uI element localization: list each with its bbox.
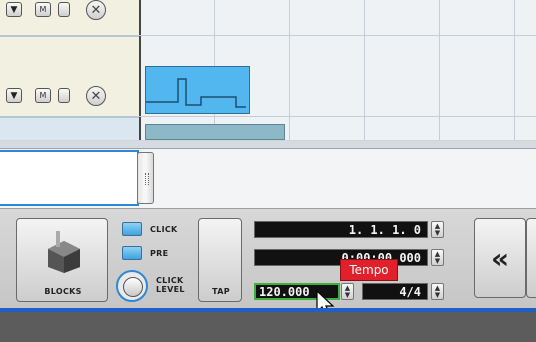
- chevron-down-icon: ▼: [10, 90, 18, 101]
- click-label: CLICK: [150, 225, 178, 234]
- chevron-down-icon: ▼: [344, 290, 351, 299]
- time-signature-display[interactable]: 4/4: [362, 283, 428, 300]
- overview-selection[interactable]: [0, 150, 139, 206]
- close-icon: ✕: [90, 88, 102, 104]
- rewind-button[interactable]: «: [474, 218, 526, 298]
- pre-toggle[interactable]: [122, 246, 142, 260]
- pre-label: PRE: [150, 249, 169, 258]
- knob-cap: [123, 277, 143, 297]
- close-icon: ✕: [90, 2, 102, 18]
- track-1-remove-button[interactable]: ✕: [86, 0, 106, 20]
- position-display[interactable]: 1. 1. 1. 0: [254, 221, 428, 238]
- grid-line: [364, 0, 365, 140]
- tap-label: TAP: [212, 287, 230, 296]
- track-header-empty: [0, 118, 139, 140]
- playhead-line: [139, 0, 141, 140]
- mute-label: M: [39, 91, 47, 100]
- click-level-knob[interactable]: [116, 270, 148, 302]
- grid-row-line: [139, 35, 536, 36]
- chevron-down-icon: ▼: [434, 290, 441, 299]
- mute-label: M: [39, 5, 47, 14]
- midi-clip[interactable]: [145, 66, 250, 114]
- click-level-label-line2: LEVEL: [156, 285, 185, 294]
- audio-region[interactable]: [145, 124, 285, 140]
- track-2-mute-button[interactable]: M: [35, 88, 51, 103]
- chevron-down-icon: ▼: [10, 4, 18, 15]
- track-2-dropdown-button[interactable]: ▼: [6, 88, 22, 103]
- grip-icon: [145, 173, 149, 185]
- tempo-tooltip: Tempo: [340, 259, 398, 281]
- grid-row-line: [139, 116, 536, 117]
- click-level-label-line1: CLICK: [156, 276, 184, 285]
- signature-spinner[interactable]: ▲ ▼: [431, 283, 444, 300]
- track-1-mute-button[interactable]: M: [35, 2, 51, 17]
- grid-line: [514, 0, 515, 140]
- track-2-remove-button[interactable]: ✕: [86, 86, 106, 106]
- splitter[interactable]: [0, 141, 536, 148]
- grid-line: [289, 0, 290, 140]
- click-toggle[interactable]: [122, 222, 142, 236]
- time-spinner[interactable]: ▲ ▼: [431, 249, 444, 266]
- click-level-label: CLICK LEVEL: [156, 276, 185, 294]
- track-1-solo-button[interactable]: [58, 2, 70, 17]
- rewind-icon: «: [490, 241, 510, 275]
- arrange-grid[interactable]: [139, 0, 536, 140]
- tempo-spinner[interactable]: ▲ ▼: [341, 283, 354, 300]
- grid-line: [439, 0, 440, 140]
- blocks-cube-icon: [48, 231, 80, 273]
- track-divider: [0, 35, 139, 37]
- bottom-bar: [0, 308, 536, 342]
- track-1-dropdown-button[interactable]: ▼: [6, 2, 22, 17]
- blocks-label: BLOCKS: [44, 287, 82, 296]
- next-transport-button[interactable]: [526, 218, 536, 298]
- chevron-down-icon: ▼: [434, 256, 441, 265]
- position-spinner[interactable]: ▲ ▼: [431, 221, 444, 238]
- track-2-solo-button[interactable]: [58, 88, 70, 103]
- clip-content-curve: [146, 78, 246, 108]
- tap-button[interactable]: TAP: [198, 218, 242, 302]
- scroll-handle[interactable]: [137, 152, 154, 204]
- chevron-down-icon: ▼: [434, 228, 441, 237]
- blocks-button[interactable]: BLOCKS: [16, 218, 108, 302]
